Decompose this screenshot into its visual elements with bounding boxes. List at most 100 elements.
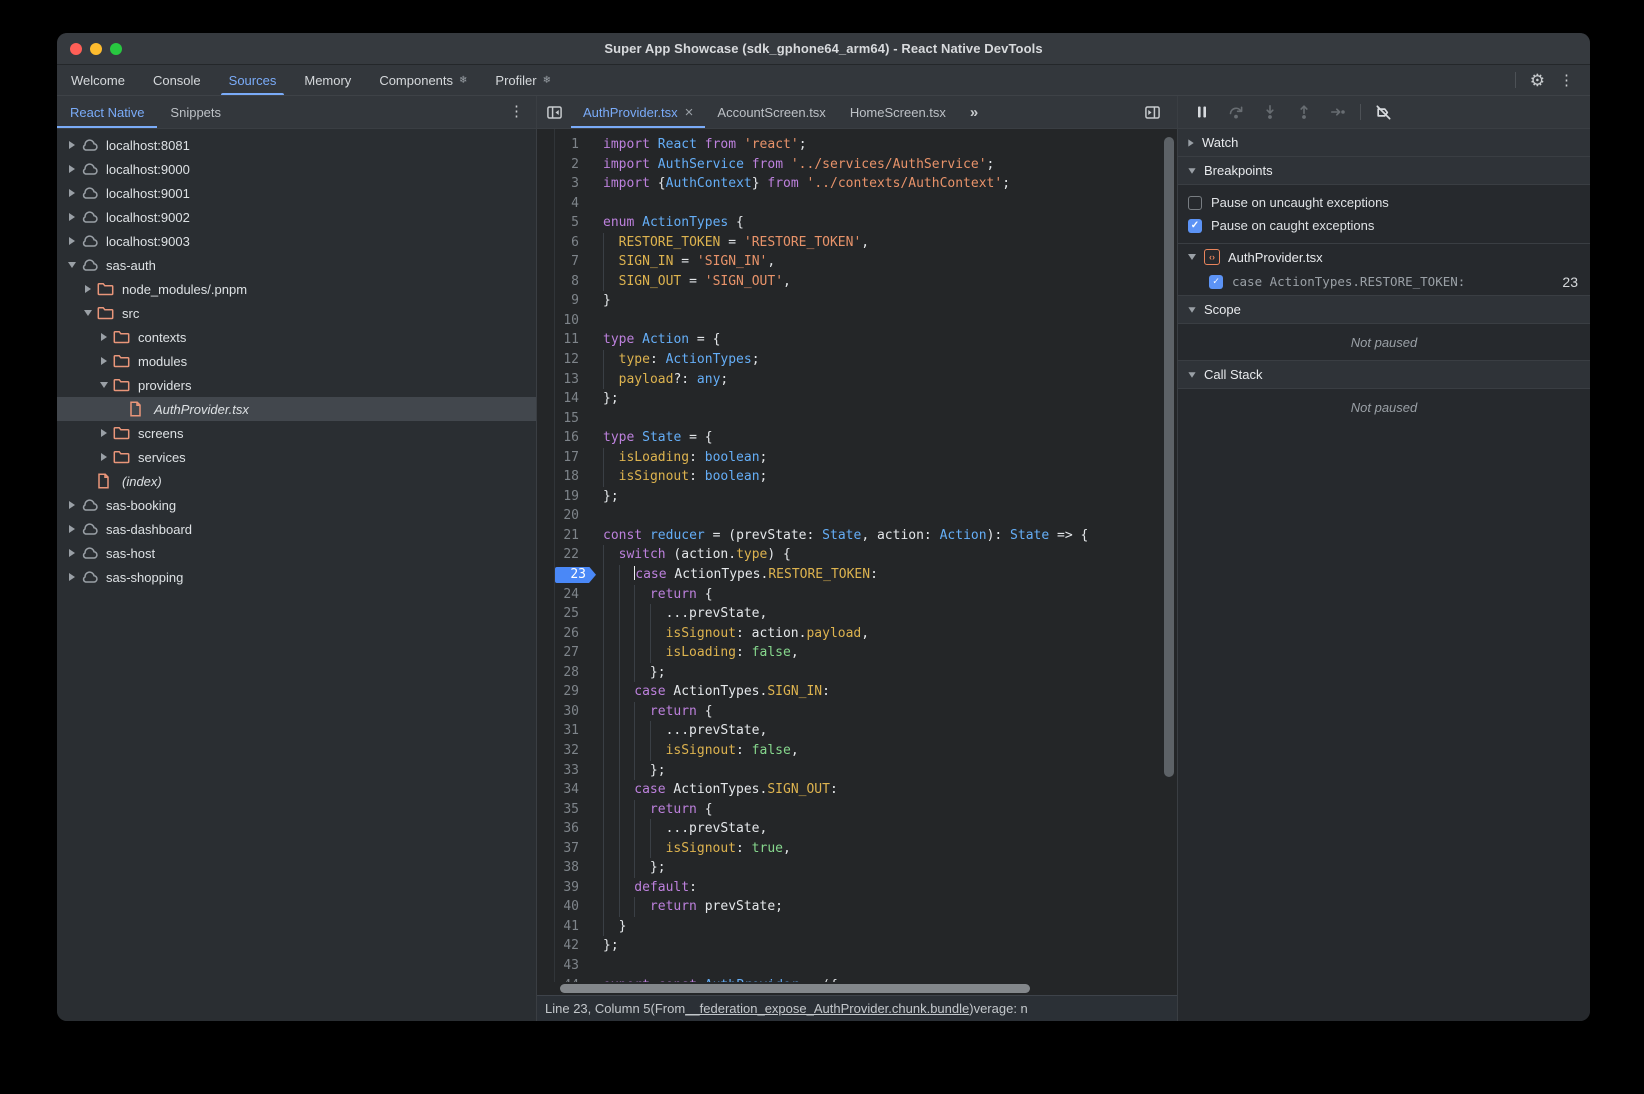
- tree-item[interactable]: providers: [57, 373, 536, 397]
- code-line[interactable]: 20: [537, 506, 1177, 526]
- code-line[interactable]: 4: [537, 194, 1177, 214]
- line-number[interactable]: 39: [537, 878, 587, 898]
- code-line[interactable]: 32isSignout: false,: [537, 741, 1177, 761]
- chevron-right-icon[interactable]: [65, 165, 79, 173]
- step-icon[interactable]: [1326, 100, 1350, 124]
- code-line[interactable]: 5enum ActionTypes {: [537, 213, 1177, 233]
- line-number[interactable]: 24: [537, 585, 587, 605]
- navigator-kebab-menu-icon[interactable]: ⋮: [509, 104, 524, 119]
- line-number[interactable]: 9: [537, 291, 587, 311]
- breakpoints-section-header[interactable]: Breakpoints: [1178, 157, 1590, 185]
- tab-console[interactable]: Console: [139, 65, 215, 95]
- code-line[interactable]: 33};: [537, 761, 1177, 781]
- chevron-right-icon[interactable]: [65, 549, 79, 557]
- chevron-right-icon[interactable]: [97, 453, 111, 461]
- line-number[interactable]: 22: [537, 545, 587, 565]
- code-line[interactable]: 24return {: [537, 585, 1177, 605]
- code-line[interactable]: 25...prevState,: [537, 604, 1177, 624]
- code-line[interactable]: 15: [537, 409, 1177, 429]
- code-line[interactable]: 34case ActionTypes.SIGN_OUT:: [537, 780, 1177, 800]
- breakpoint-entry[interactable]: ✓case ActionTypes.RESTORE_TOKEN:23: [1178, 270, 1590, 295]
- editor-tab-AuthProvider.tsx[interactable]: AuthProvider.tsx×: [571, 96, 705, 128]
- tab-react-native[interactable]: React Native: [57, 96, 157, 128]
- line-number[interactable]: 2: [537, 155, 587, 175]
- tab-welcome[interactable]: Welcome: [57, 65, 139, 95]
- deactivate-breakpoints-icon[interactable]: [1371, 100, 1395, 124]
- tree-item[interactable]: localhost:9002: [57, 205, 536, 229]
- code-line[interactable]: 10: [537, 311, 1177, 331]
- code-line[interactable]: 43: [537, 956, 1177, 976]
- code-line[interactable]: 6RESTORE_TOKEN = 'RESTORE_TOKEN',: [537, 233, 1177, 253]
- chevron-right-icon[interactable]: [65, 213, 79, 221]
- line-number[interactable]: 5: [537, 213, 587, 233]
- code-line[interactable]: 2import AuthService from '../services/Au…: [537, 155, 1177, 175]
- line-number[interactable]: 1: [537, 135, 587, 155]
- line-number[interactable]: 34: [537, 780, 587, 800]
- code-line[interactable]: 16type State = {: [537, 428, 1177, 448]
- tree-item[interactable]: screens: [57, 421, 536, 445]
- step-out-icon[interactable]: [1292, 100, 1316, 124]
- chevron-right-icon[interactable]: [97, 333, 111, 341]
- chevron-down-icon[interactable]: [81, 310, 95, 316]
- line-number[interactable]: 10: [537, 311, 587, 331]
- chevron-down-icon[interactable]: [97, 382, 111, 388]
- code-line[interactable]: 9}: [537, 291, 1177, 311]
- tab-snippets[interactable]: Snippets: [157, 96, 234, 128]
- code-line[interactable]: 41}: [537, 917, 1177, 937]
- pause-icon[interactable]: [1190, 100, 1214, 124]
- line-number[interactable]: 15: [537, 409, 587, 429]
- line-number[interactable]: 18: [537, 467, 587, 487]
- source-bundle-link[interactable]: __federation_expose_AuthProvider.chunk.b…: [685, 1001, 969, 1016]
- line-number[interactable]: 13: [537, 370, 587, 390]
- tree-item[interactable]: localhost:9001: [57, 181, 536, 205]
- code-line[interactable]: 11type Action = {: [537, 330, 1177, 350]
- tree-item[interactable]: node_modules/.pnpm: [57, 277, 536, 301]
- step-over-icon[interactable]: [1224, 100, 1248, 124]
- hide-navigator-icon[interactable]: [537, 96, 571, 128]
- code-line[interactable]: 19};: [537, 487, 1177, 507]
- pause-on-caught-exceptions[interactable]: ✓ Pause on caught exceptions: [1178, 214, 1590, 237]
- chevron-right-icon[interactable]: [65, 525, 79, 533]
- line-number[interactable]: 16: [537, 428, 587, 448]
- tree-item[interactable]: (index): [57, 469, 536, 493]
- line-number[interactable]: 42: [537, 936, 587, 956]
- tree-item[interactable]: localhost:9000: [57, 157, 536, 181]
- line-number[interactable]: 12: [537, 350, 587, 370]
- code-line[interactable]: 12type: ActionTypes;: [537, 350, 1177, 370]
- kebab-menu-icon[interactable]: ⋮: [1559, 73, 1574, 88]
- step-into-icon[interactable]: [1258, 100, 1282, 124]
- chevron-right-icon[interactable]: [65, 141, 79, 149]
- line-number[interactable]: 11: [537, 330, 587, 350]
- code-line[interactable]: 31...prevState,: [537, 721, 1177, 741]
- watch-section-header[interactable]: Watch: [1178, 129, 1590, 157]
- line-number[interactable]: 14: [537, 389, 587, 409]
- line-number[interactable]: 43: [537, 956, 587, 976]
- line-number[interactable]: 28: [537, 663, 587, 683]
- line-number[interactable]: 35: [537, 800, 587, 820]
- pause-on-uncaught-exceptions[interactable]: Pause on uncaught exceptions: [1178, 191, 1590, 214]
- tree-item[interactable]: sas-shopping: [57, 565, 536, 589]
- code-line[interactable]: 17isLoading: boolean;: [537, 448, 1177, 468]
- line-number[interactable]: 6: [537, 233, 587, 253]
- code-line[interactable]: 21const reducer = (prevState: State, act…: [537, 526, 1177, 546]
- line-number[interactable]: 21: [537, 526, 587, 546]
- chevron-right-icon[interactable]: [65, 573, 79, 581]
- tree-item[interactable]: sas-booking: [57, 493, 536, 517]
- code-line[interactable]: 29case ActionTypes.SIGN_IN:: [537, 682, 1177, 702]
- tree-item[interactable]: sas-host: [57, 541, 536, 565]
- breakpoint-file-group[interactable]: ‹›AuthProvider.tsx: [1178, 244, 1590, 270]
- code-line[interactable]: 3import {AuthContext} from '../contexts/…: [537, 174, 1177, 194]
- checkbox-unchecked-icon[interactable]: [1188, 196, 1202, 210]
- code-line[interactable]: 26isSignout: action.payload,: [537, 624, 1177, 644]
- line-number[interactable]: 32: [537, 741, 587, 761]
- tree-item[interactable]: services: [57, 445, 536, 469]
- scope-section-header[interactable]: Scope: [1178, 296, 1590, 324]
- line-number[interactable]: 3: [537, 174, 587, 194]
- chevron-right-icon[interactable]: [97, 357, 111, 365]
- line-number[interactable]: 27: [537, 643, 587, 663]
- tab-sources[interactable]: Sources: [215, 65, 291, 95]
- chevron-right-icon[interactable]: [81, 285, 95, 293]
- code-line[interactable]: 37isSignout: true,: [537, 839, 1177, 859]
- chevron-right-icon[interactable]: [97, 429, 111, 437]
- line-number[interactable]: 26: [537, 624, 587, 644]
